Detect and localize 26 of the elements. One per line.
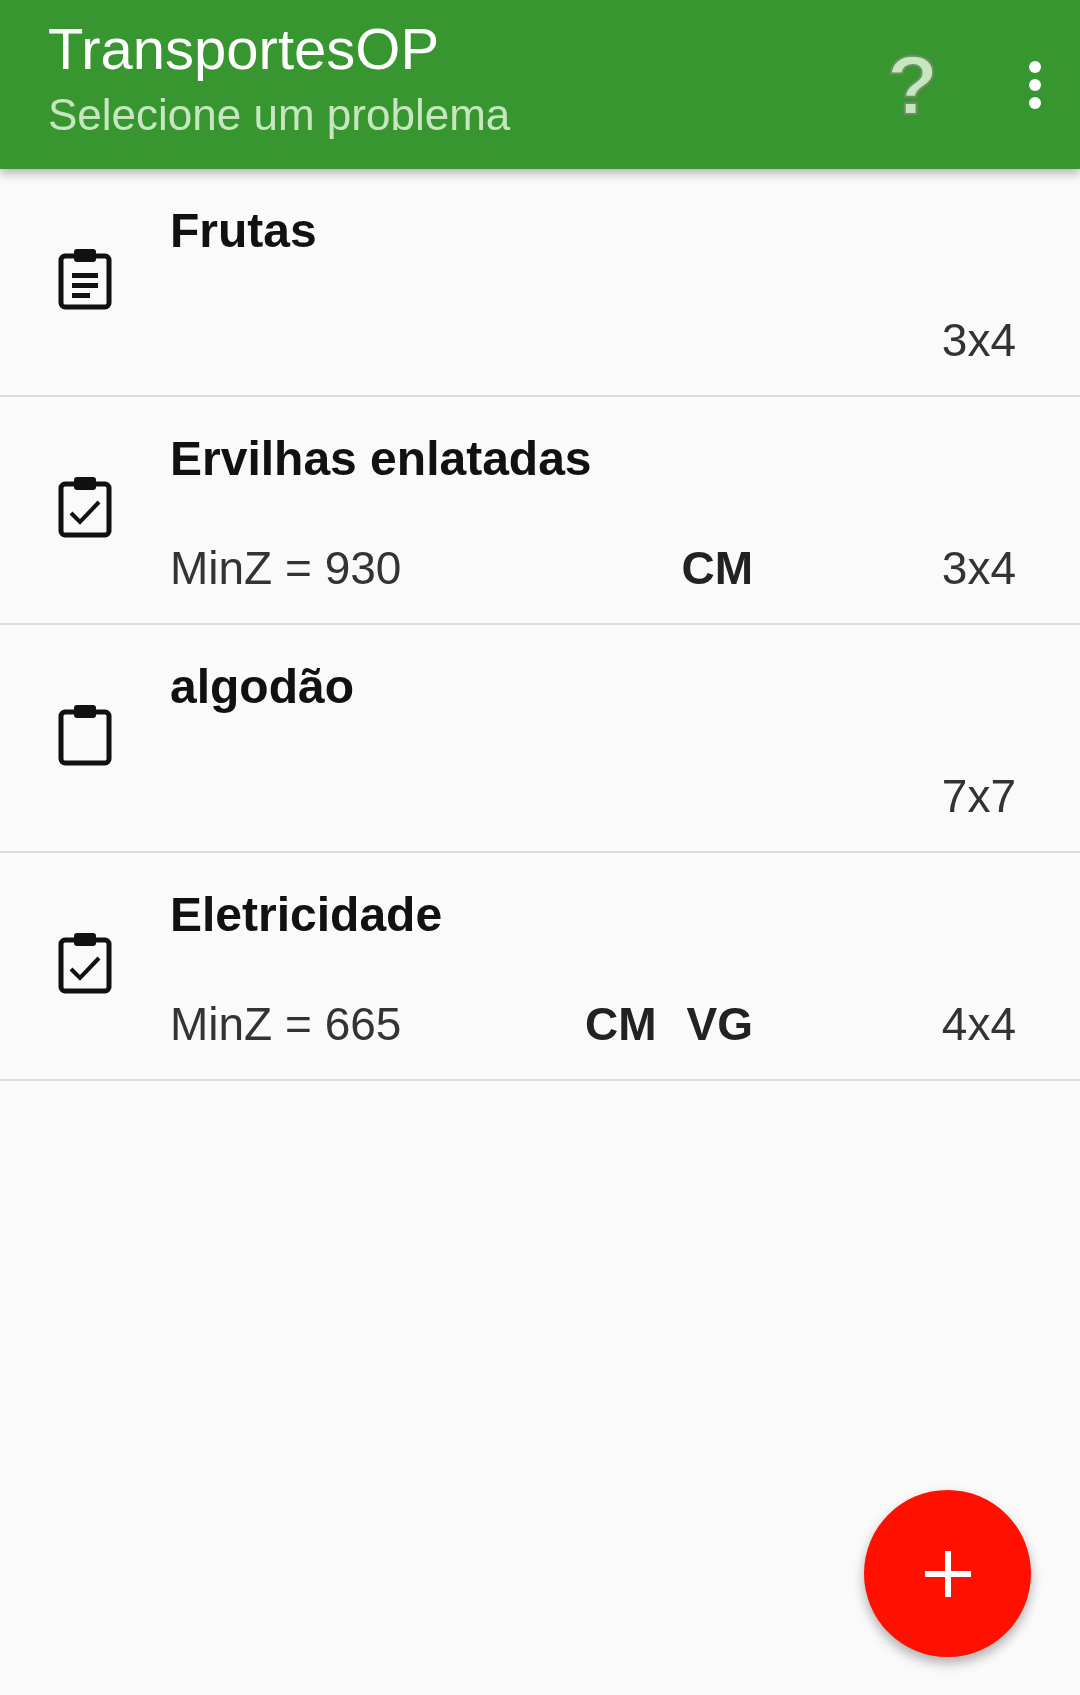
problem-name: algodão xyxy=(170,659,355,714)
min-value: MinZ = 930 xyxy=(170,542,402,594)
problem-item[interactable]: Eletricidade MinZ = 665 CM VG 4x4 xyxy=(0,853,1080,1081)
matrix-size: 4x4 xyxy=(941,998,1016,1050)
problem-item[interactable]: Frutas 3x4 xyxy=(0,169,1080,397)
method-tag: VG xyxy=(686,997,753,1051)
min-value: MinZ = 665 xyxy=(170,998,402,1050)
problem-item[interactable]: Ervilhas enlatadas MinZ = 930 CM 3x4 xyxy=(0,397,1080,625)
clipboard-icon xyxy=(58,702,112,766)
clipboard-list-icon xyxy=(58,246,112,310)
plus-icon xyxy=(924,1550,971,1597)
app-subtitle: Selecione um problema xyxy=(48,88,512,141)
problem-name: Eletricidade xyxy=(170,887,444,942)
method-tag: CM xyxy=(585,997,657,1051)
add-button[interactable] xyxy=(864,1490,1031,1657)
more-options-icon[interactable] xyxy=(1028,59,1042,110)
clipboard-check-icon xyxy=(58,474,112,538)
method-tag: CM xyxy=(681,541,753,595)
problem-name: Ervilhas enlatadas xyxy=(170,431,593,486)
problem-item[interactable]: algodão 7x7 xyxy=(0,625,1080,853)
matrix-size: 3x4 xyxy=(941,542,1016,594)
matrix-size: 7x7 xyxy=(941,770,1016,822)
app-title: TransportesOP xyxy=(48,16,441,81)
clipboard-check-icon xyxy=(58,930,112,994)
problem-name: Frutas xyxy=(170,203,318,258)
matrix-size: 3x4 xyxy=(941,314,1016,366)
